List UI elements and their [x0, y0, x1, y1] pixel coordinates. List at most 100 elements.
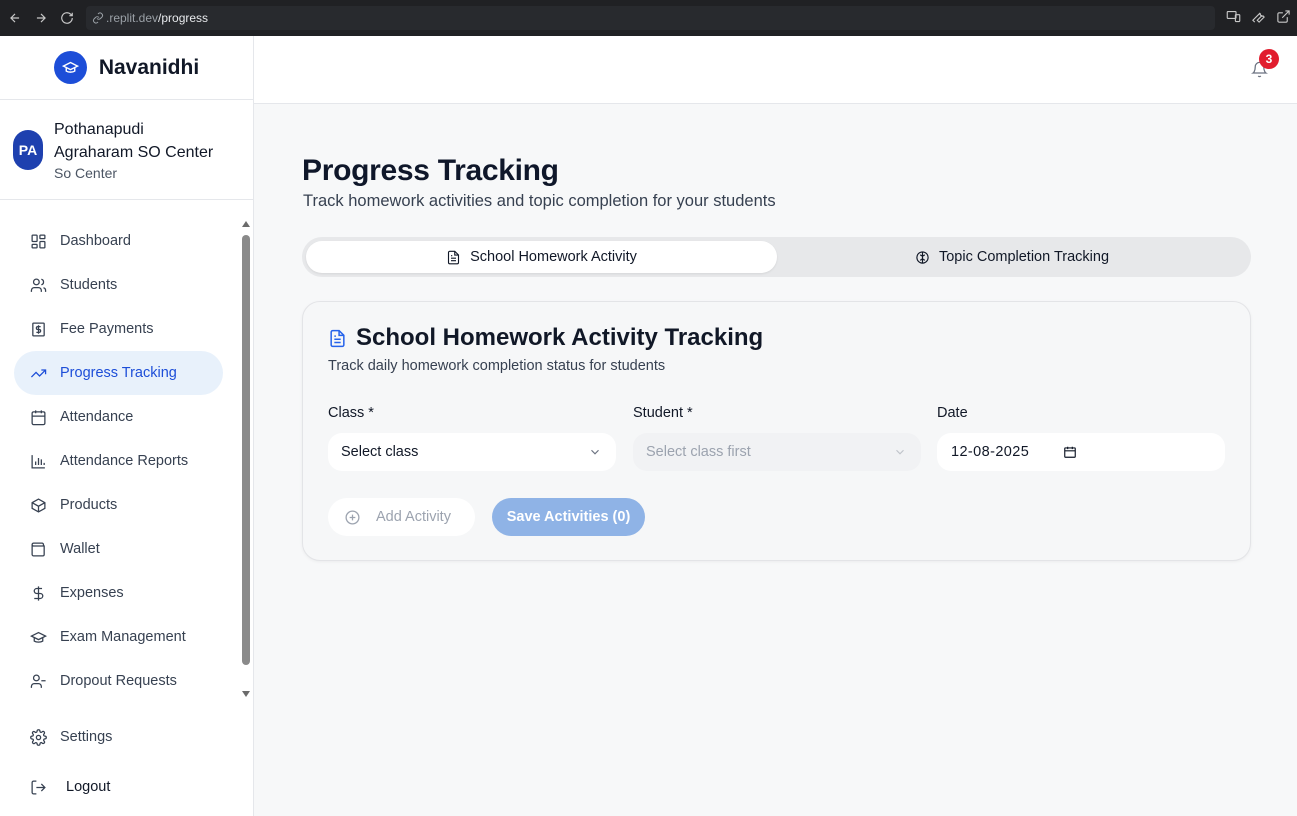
brand-logo	[53, 51, 87, 84]
tab-label: School Homework Activity	[470, 249, 637, 265]
dollar-icon	[33, 585, 44, 601]
class-label: Class *	[328, 405, 374, 421]
file-text-icon	[448, 250, 460, 264]
date-value: 12-08-2025	[951, 444, 1030, 460]
scroll-up-arrow[interactable]	[242, 221, 250, 227]
sidebar-item-students[interactable]: Students	[14, 263, 223, 307]
sidebar-item-attendance[interactable]: Attendance	[14, 395, 223, 439]
calendar-icon[interactable]	[1063, 445, 1077, 459]
logout-label: Logout	[66, 779, 111, 795]
sidebar-scrollbar[interactable]	[241, 219, 251, 699]
sidebar-item-label: Wallet	[60, 541, 100, 557]
center-name-line2: Agraharam SO Center	[54, 144, 214, 161]
sidebar-item-label: Products	[60, 497, 118, 513]
sidebar-item-settings[interactable]: Settings	[14, 715, 223, 759]
sidebar-item-exam-management[interactable]: Exam Management	[14, 615, 223, 659]
card-subtitle: Track daily homework completion status f…	[328, 358, 666, 374]
graduation-cap-icon	[61, 61, 79, 73]
sidebar-bottom-menu: Settings Logout	[0, 715, 240, 809]
back-button[interactable]	[4, 7, 26, 29]
sidebar-item-label: Exam Management	[60, 629, 186, 645]
tab-label: Topic Completion Tracking	[938, 249, 1110, 265]
file-text-icon	[330, 329, 345, 347]
users-icon	[30, 277, 47, 292]
sidebar-item-label: Students	[60, 277, 118, 293]
add-activity-button[interactable]: Add Activity	[328, 498, 475, 536]
center-type: So Center	[54, 165, 118, 181]
tab-school-homework-activity[interactable]: School Homework Activity	[306, 241, 777, 273]
tab-list: School Homework Activity Topic Completio…	[302, 237, 1251, 277]
homework-activity-card: School Homework Activity Tracking Track …	[302, 301, 1251, 561]
tab-topic-completion-tracking[interactable]: Topic Completion Tracking	[777, 241, 1247, 273]
sidebar-item-label: Progress Tracking	[60, 365, 177, 381]
forward-button[interactable]	[30, 7, 52, 29]
devices-button[interactable]	[1226, 9, 1241, 29]
address-bar[interactable]: .replit.dev/progress	[86, 6, 1215, 30]
sidebar-item-label: Expenses	[60, 585, 124, 601]
date-field[interactable]: 12-08-2025	[937, 433, 1225, 471]
save-activities-button[interactable]: Save Activities (0)	[492, 498, 645, 536]
logout-icon	[31, 779, 46, 795]
calendar-icon	[31, 409, 46, 425]
student-label: Student *	[633, 405, 693, 421]
card-title: School Homework Activity Tracking	[328, 324, 763, 352]
scroll-down-arrow[interactable]	[242, 691, 250, 697]
devices-icon	[1226, 10, 1241, 23]
card-title-text: School Homework Activity Tracking	[356, 324, 764, 351]
plus-circle-icon	[345, 509, 360, 525]
top-header: 3	[254, 36, 1297, 104]
page-title: Progress Tracking	[302, 154, 559, 187]
browser-toolbar: .replit.dev/progress	[0, 0, 1297, 36]
chevron-down-icon	[588, 445, 602, 459]
reload-button[interactable]	[56, 7, 78, 29]
sidebar-item-products[interactable]: Products	[14, 483, 223, 527]
url-host: .replit.dev	[106, 11, 159, 25]
bar-chart-icon	[31, 454, 45, 469]
sidebar-item-wallet[interactable]: Wallet	[14, 527, 223, 571]
add-activity-label: Add Activity	[376, 509, 451, 525]
sidebar-item-label: Fee Payments	[60, 321, 154, 337]
reload-icon	[61, 12, 73, 24]
gear-icon	[30, 728, 47, 746]
dashboard-icon	[31, 233, 46, 249]
page-subtitle: Track homework activities and topic comp…	[303, 192, 776, 210]
sidebar-item-progress-tracking[interactable]: Progress Tracking	[14, 351, 223, 395]
brand-name: Navanidhi	[98, 55, 200, 79]
url-path: /progress	[158, 11, 209, 25]
trending-up-icon	[30, 368, 47, 377]
date-label: Date	[937, 405, 968, 421]
sidebar-item-label: Settings	[60, 729, 113, 745]
student-select[interactable]: Select class first	[633, 433, 921, 471]
sidebar-item-fee-payments[interactable]: Fee Payments	[14, 307, 223, 351]
class-select[interactable]: Select class	[328, 433, 616, 471]
user-minus-icon	[30, 673, 46, 688]
center-name-line1: Pothanapudi	[54, 121, 144, 138]
avatar: PA	[13, 129, 43, 170]
sidebar-menu: Dashboard Students Fee Payments Progress…	[0, 219, 240, 703]
sidebar-item-expenses[interactable]: Expenses	[14, 571, 223, 615]
package-icon	[31, 497, 46, 513]
logout-button[interactable]: Logout	[14, 765, 223, 809]
wrench-icon	[1252, 12, 1265, 23]
sidebar-item-dashboard[interactable]: Dashboard	[14, 219, 223, 263]
brain-icon	[916, 250, 929, 264]
sidebar-item-label: Dropout Requests	[60, 673, 177, 689]
sidebar-item-label: Attendance Reports	[60, 453, 189, 469]
sidebar-item-dropout-requests[interactable]: Dropout Requests	[14, 659, 223, 703]
sidebar-item-label: Attendance	[60, 409, 134, 425]
notification-badge: 3	[1259, 49, 1279, 69]
tools-button[interactable]	[1251, 9, 1266, 29]
chevron-down-icon	[893, 445, 907, 459]
center-info: PA Pothanapudi Agraharam SO Center So Ce…	[0, 100, 253, 200]
notifications-button[interactable]: 3	[1251, 49, 1279, 83]
link-icon	[93, 12, 103, 24]
dollar-receipt-icon	[32, 321, 45, 337]
arrow-right-icon	[36, 13, 46, 23]
brand[interactable]: Navanidhi	[0, 36, 253, 100]
open-new-tab-button[interactable]	[1276, 9, 1291, 29]
sidebar-item-attendance-reports[interactable]: Attendance Reports	[14, 439, 223, 483]
scrollbar-thumb[interactable]	[242, 235, 250, 665]
save-activities-label: Save Activities (0)	[506, 509, 631, 525]
external-link-icon	[1277, 10, 1290, 23]
sidebar-item-label: Dashboard	[60, 233, 131, 249]
